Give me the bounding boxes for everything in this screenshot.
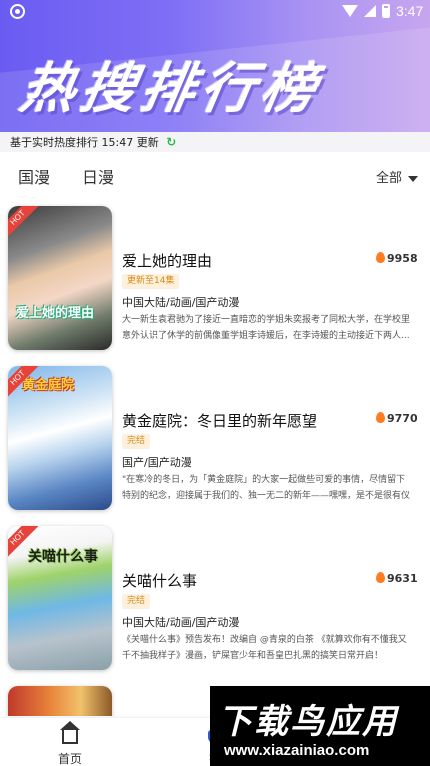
list-item[interactable]: 爱上她的理由 HOT 爱上她的理由 9958 更新至14集 中国大陆/动画/国产… [0,196,430,350]
status-badge: 完结 [122,434,151,449]
signal-icon [364,5,376,17]
heat-score: 9958 [376,252,418,265]
nav-home[interactable]: 首页 [50,721,90,766]
watermark-url: www.xiazainiao.com [224,742,370,759]
chevron-down-icon [408,175,419,182]
item-description: "在寒冷的冬日，为「黄金庭院」的大家一起做些可爱的事情，尽情留下特别的纪念，迎接… [122,475,411,501]
list-item[interactable]: 关喵什么事 HOT 关喵什么事 9631 完结 中国大陆/动画/国产动漫 《关喵… [0,516,430,670]
status-bar: 3:47 [0,0,430,24]
filter-dropdown[interactable]: 全部 [376,167,419,186]
list-item[interactable]: 黄金庭院 HOT 黄金庭院：冬日里的新年愿望 9770 完结 国产/国产动漫 "… [0,356,430,510]
refresh-icon[interactable]: ↻ [166,135,176,149]
cover-image[interactable]: 关喵什么事 HOT [8,526,112,670]
flame-icon [376,252,385,263]
item-title: 爱上她的理由 [122,252,213,270]
heat-score: 9631 [376,572,418,585]
item-genre: 中国大陆/动画/国产动漫 [122,296,240,309]
cover-logo-text: 黄金庭院 [22,378,75,393]
tab-riman[interactable]: 日漫 [82,164,114,188]
filter-label: 全部 [376,171,403,186]
app-notification-icon [10,4,25,19]
status-badge: 更新至14集 [122,274,180,289]
status-badge: 完结 [122,594,151,609]
tab-guoman[interactable]: 国漫 [18,164,50,188]
cover-image[interactable] [8,686,112,716]
item-title: 黄金庭院：冬日里的新年愿望 [122,412,318,430]
site-watermark: 下载鸟应用 www.xiazainiao.com [210,686,430,766]
item-genre: 国产/国产动漫 [122,456,192,469]
cover-image[interactable]: 爱上她的理由 HOT [8,206,112,350]
item-title: 关喵什么事 [122,572,198,590]
home-icon [60,721,80,744]
nav-home-label: 首页 [57,752,82,766]
flame-icon [376,572,385,583]
header-banner: 3:47 热搜排行榜 [0,0,430,132]
update-text: 基于实时热度排行 15:47 更新 [10,136,159,149]
cover-logo-text: 关喵什么事 [28,549,98,565]
item-genre: 中国大陆/动画/国产动漫 [122,616,240,629]
flame-icon [376,412,385,423]
item-description: 《关喵什么事》预告发布！改编自 @青泉的白茶 《就算欢你有不懂我又千不抽我样子》… [122,635,407,661]
item-description: 大一新生袁君驰为了接近一直暗恋的学姐朱奕报考了同松大学，在学校里意外认识了休学的… [122,315,411,341]
heat-score: 9770 [376,412,418,425]
wifi-icon [342,5,358,17]
watermark-logo-text: 下载鸟应用 [218,702,398,742]
status-time: 3:47 [396,3,424,19]
cover-image[interactable]: 黄金庭院 HOT [8,366,112,510]
battery-icon [382,4,390,18]
cover-logo-text: 爱上她的理由 [16,306,95,321]
update-info-bar: 基于实时热度排行 15:47 更新 ↻ [0,132,430,152]
page-title: 热搜排行榜 [15,57,327,120]
category-tabs: 国漫 日漫 全部 [0,160,430,190]
